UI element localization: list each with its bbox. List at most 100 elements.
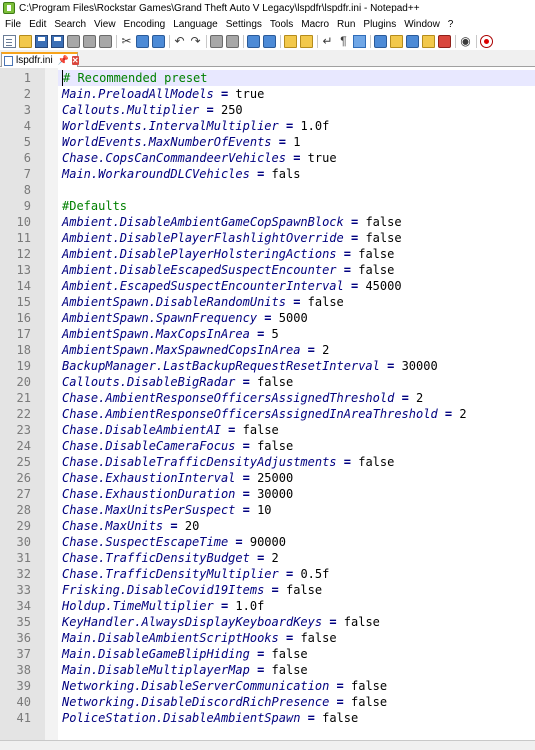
document-map-icon[interactable] — [390, 34, 403, 48]
editor-line[interactable]: 36 Main.DisableAmbientScriptHooks = false — [0, 630, 535, 646]
editor-line[interactable]: 21 Chase.AmbientResponseOfficersAssignedT… — [0, 390, 535, 406]
menu-file[interactable]: File — [0, 19, 25, 30]
menu-window[interactable]: Window — [400, 19, 444, 30]
editor-line[interactable]: 18 AmbientSpawn.MaxSpawnedCopsInArea = 2 — [0, 342, 535, 358]
print-icon[interactable] — [99, 34, 112, 48]
editor-line[interactable]: 15 AmbientSpawn.DisableRandomUnits = fals… — [0, 294, 535, 310]
editor-line[interactable]: 26 Chase.ExhaustionInterval = 25000 — [0, 470, 535, 486]
editor-line[interactable]: 24 Chase.DisableCameraFocus = false — [0, 438, 535, 454]
folder-workspace-icon[interactable] — [422, 34, 435, 48]
editor[interactable]: 1 # Recommended preset 2 Main.PreloadAllMod… — [0, 68, 535, 740]
editor-line[interactable]: 7 Main.WorkaroundDLCVehicles = fals — [0, 166, 535, 182]
sync-horizontal-icon[interactable] — [300, 34, 313, 48]
editor-line[interactable]: 8 — [0, 182, 535, 198]
menu-settings[interactable]: Settings — [222, 19, 266, 30]
setting-key: Ambient.DisablePlayerFlashlightOverride — [62, 231, 344, 245]
word-wrap-icon[interactable]: ↵ — [321, 34, 334, 48]
editor-line[interactable]: 19 BackupManager.LastBackupRequestResetIn… — [0, 358, 535, 374]
menu-language[interactable]: Language — [169, 19, 222, 30]
editor-line[interactable]: 41 PoliceStation.DisableAmbientSpawn = fa… — [0, 710, 535, 726]
editor-line[interactable]: 23 Chase.DisableAmbientAI = false — [0, 422, 535, 438]
pin-icon[interactable]: 📌 — [58, 55, 69, 66]
close-all-icon[interactable] — [83, 34, 96, 48]
editor-line[interactable]: 28 Chase.MaxUnitsPerSuspect = 10 — [0, 502, 535, 518]
menu-help[interactable]: ? — [444, 19, 458, 30]
editor-line[interactable]: 17 AmbientSpawn.MaxCopsInArea = 5 — [0, 326, 535, 342]
menu-macro[interactable]: Macro — [297, 19, 333, 30]
notepad-plus-plus-icon — [3, 2, 15, 14]
setting-value: 5000 — [278, 311, 308, 325]
menu-view[interactable]: View — [90, 19, 120, 30]
editor-line[interactable]: 1 # Recommended preset — [0, 70, 535, 86]
setting-value: 25000 — [257, 471, 294, 485]
zoom-out-icon[interactable] — [263, 34, 276, 48]
editor-line[interactable]: 38 Main.DisableMultiplayerMap = false — [0, 662, 535, 678]
find-icon[interactable] — [210, 34, 223, 48]
editor-line[interactable]: 30 Chase.SuspectEscapeTime = 90000 — [0, 534, 535, 550]
new-file-icon[interactable] — [3, 34, 16, 48]
close-tab-icon[interactable]: ✕ — [71, 56, 79, 65]
editor-line[interactable]: 6 Chase.CopsCanCommandeerVehicles = true — [0, 150, 535, 166]
sync-vertical-icon[interactable] — [284, 34, 297, 48]
record-macro-icon[interactable] — [480, 34, 493, 48]
editor-line[interactable]: 9 #Defaults — [0, 198, 535, 214]
zoom-in-icon[interactable] — [247, 34, 260, 48]
close-icon[interactable] — [67, 34, 80, 48]
replace-icon[interactable] — [226, 34, 239, 48]
menu-edit[interactable]: Edit — [25, 19, 50, 30]
menu-tools[interactable]: Tools — [266, 19, 297, 30]
toolbar-separator — [169, 34, 170, 48]
editor-line[interactable]: 34 Holdup.TimeMultiplier = 1.0f — [0, 598, 535, 614]
function-list-icon[interactable] — [406, 34, 419, 48]
setting-value: false — [358, 247, 395, 261]
menu-encoding[interactable]: Encoding — [120, 19, 170, 30]
menu-run[interactable]: Run — [333, 19, 359, 30]
tab-lspdfr-ini[interactable]: lspdfr.ini 📌 ✕ — [1, 52, 79, 67]
open-file-icon[interactable] — [19, 34, 32, 48]
editor-line[interactable]: 11 Ambient.DisablePlayerFlashlightOverrid… — [0, 230, 535, 246]
editor-line[interactable]: 29 Chase.MaxUnits = 20 — [0, 518, 535, 534]
redo-icon[interactable]: ↷ — [189, 34, 202, 48]
line-code: Chase.MaxUnitsPerSuspect = 10 — [62, 502, 272, 518]
menu-plugins[interactable]: Plugins — [359, 19, 400, 30]
editor-line[interactable]: 40 Networking.DisableDiscordRichPresence … — [0, 694, 535, 710]
menu-search[interactable]: Search — [50, 19, 90, 30]
indent-guide-icon[interactable] — [353, 34, 366, 48]
editor-line[interactable]: 27 Chase.ExhaustionDuration = 30000 — [0, 486, 535, 502]
editor-line[interactable]: 10 Ambient.DisableAmbientGameCopSpawnBloc… — [0, 214, 535, 230]
editor-line[interactable]: 33 Frisking.DisableCovid19Items = false — [0, 582, 535, 598]
editor-line[interactable]: 35 KeyHandler.AlwaysDisplayKeyboardKeys =… — [0, 614, 535, 630]
editor-line[interactable]: 14 Ambient.EscapedSuspectEncounterInterva… — [0, 278, 535, 294]
undo-icon[interactable]: ↶ — [173, 34, 186, 48]
cut-icon[interactable]: ✂ — [120, 34, 133, 48]
editor-line[interactable]: 4 WorldEvents.IntervalMultiplier = 1.0f — [0, 118, 535, 134]
show-all-chars-icon[interactable]: ¶ — [337, 34, 350, 48]
paste-icon[interactable] — [152, 34, 165, 48]
equals-sign: = — [235, 439, 258, 453]
editor-line[interactable]: 22 Chase.AmbientResponseOfficersAssignedI… — [0, 406, 535, 422]
editor-line[interactable]: 37 Main.DisableGameBlipHiding = false — [0, 646, 535, 662]
editor-line[interactable]: 3 Callouts.Multiplier = 250 — [0, 102, 535, 118]
editor-line[interactable]: 16 AmbientSpawn.SpawnFrequency = 5000 — [0, 310, 535, 326]
monitoring-icon[interactable]: ◉ — [459, 34, 472, 48]
editor-line[interactable]: 12 Ambient.DisablePlayerHolsteringActions… — [0, 246, 535, 262]
document-list-icon[interactable] — [438, 34, 451, 48]
save-all-icon[interactable] — [51, 34, 64, 48]
editor-line[interactable]: 13 Ambient.DisableEscapedSuspectEncounter… — [0, 262, 535, 278]
editor-line[interactable]: 2 Main.PreloadAllModels = true — [0, 86, 535, 102]
editor-line[interactable]: 5 WorldEvents.MaxNumberOfEvents = 1 — [0, 134, 535, 150]
user-language-icon[interactable] — [374, 34, 387, 48]
editor-line[interactable]: 32 Chase.TrafficDensityMultiplier = 0.5f — [0, 566, 535, 582]
copy-icon[interactable] — [136, 34, 149, 48]
editor-line[interactable]: 20 Callouts.DisableBigRadar = false — [0, 374, 535, 390]
line-code: BackupManager.LastBackupRequestResetInte… — [62, 358, 438, 374]
setting-value: false — [271, 647, 308, 661]
line-code: Chase.ExhaustionInterval = 25000 — [62, 470, 293, 486]
editor-line[interactable]: 25 Chase.DisableTrafficDensityAdjustments… — [0, 454, 535, 470]
editor-line[interactable]: 31 Chase.TrafficDensityBudget = 2 — [0, 550, 535, 566]
save-icon[interactable] — [35, 34, 48, 48]
line-number: 19 — [16, 359, 31, 373]
equals-sign: = — [343, 231, 366, 245]
setting-key: Frisking.DisableCovid19Items — [62, 583, 265, 597]
editor-line[interactable]: 39 Networking.DisableServerCommunication … — [0, 678, 535, 694]
